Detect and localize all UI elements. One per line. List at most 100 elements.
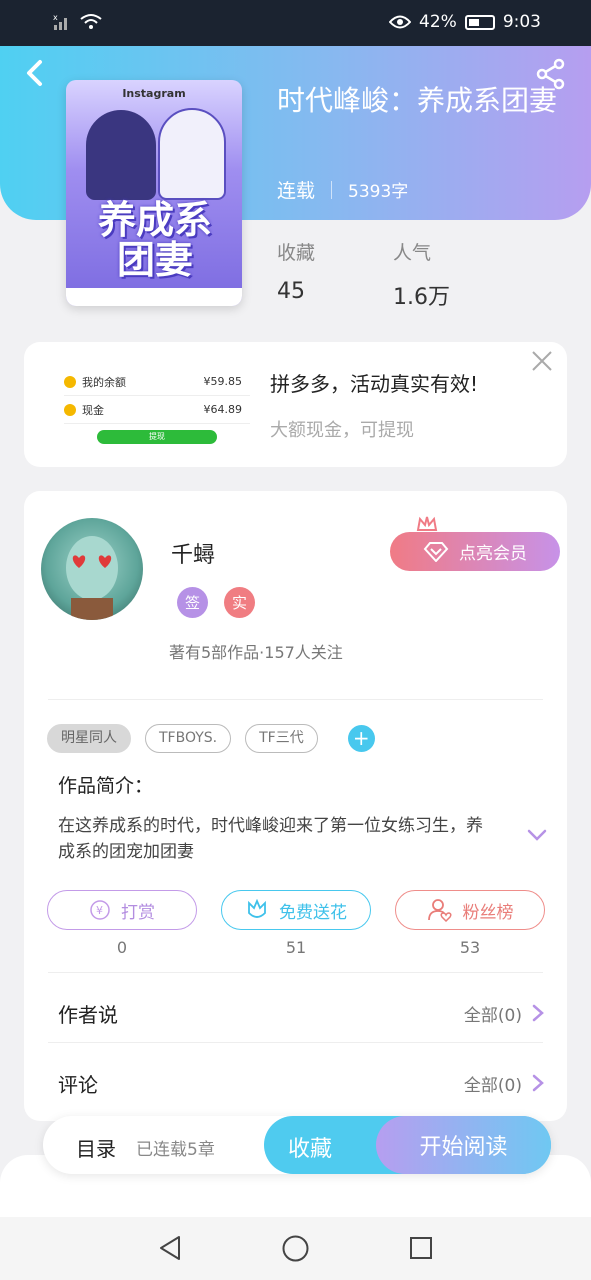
tag-item[interactable]: 明星同人	[47, 724, 131, 753]
ad-thumb-row: 现金 ¥64.89	[64, 396, 250, 424]
yen-icon: ¥	[90, 900, 110, 920]
close-icon[interactable]	[531, 350, 553, 372]
author-badges: 签 实	[177, 587, 255, 618]
comments-title: 评论	[58, 1072, 98, 1097]
ad-thumb-button: 提现	[97, 430, 217, 444]
fans-icon	[427, 899, 452, 922]
bottom-action-bar: 目录 已连载5章 收藏 开始阅读	[43, 1116, 551, 1174]
stat-value: 1.6万	[393, 285, 451, 310]
start-reading-button[interactable]: 开始阅读	[376, 1116, 551, 1174]
author-says-title: 作者说	[58, 1002, 118, 1027]
status-bar: x 42% 9:03	[0, 0, 591, 46]
badge-signed: 签	[177, 587, 208, 618]
book-status: 连载	[277, 180, 316, 202]
svg-text:x: x	[53, 13, 58, 22]
meta-divider	[331, 180, 333, 199]
system-nav-bar	[0, 1217, 591, 1280]
fans-action: 粉丝榜 53	[395, 890, 545, 957]
cover-title-text: 养成系团妻	[97, 197, 212, 282]
ad-thumb-value: ¥59.85	[203, 375, 243, 388]
ad-thumb-label: 我的余额	[82, 375, 126, 389]
toc-button[interactable]: 目录	[76, 1133, 116, 1162]
divider	[48, 699, 543, 700]
coin-icon	[64, 375, 76, 388]
flower-count: 51	[285, 938, 307, 957]
stat-value: 45	[277, 279, 305, 304]
reward-label: 打赏	[121, 902, 155, 923]
intro-text: 在这养成系的时代，时代峰峻迎来了第一位女练习生，养成系的团宠加团妻	[58, 816, 483, 862]
avatar[interactable]	[41, 518, 143, 620]
ad-card[interactable]: 我的余额 ¥59.85 现金 ¥64.89 提现 拼多多，活动真实有效! 大额现…	[24, 342, 567, 467]
vip-button-label: 点亮会员	[459, 544, 527, 564]
author-stats: 著有5部作品·157人关注	[169, 643, 343, 662]
comments-row[interactable]: 评论 全部(0)	[58, 1068, 544, 1098]
nav-back-icon[interactable]	[157, 1235, 183, 1261]
ad-thumb-value: ¥64.89	[203, 403, 243, 416]
cover-figure-right	[158, 108, 226, 200]
diamond-icon	[423, 541, 449, 562]
comments-all: 全部(0)	[464, 1071, 544, 1096]
author-says-all: 全部(0)	[464, 1001, 544, 1026]
favorite-label: 收藏	[288, 1137, 333, 1162]
stat-label: 人气	[393, 242, 432, 264]
book-meta: 连载 5393字	[277, 176, 408, 203]
battery-percent: 42%	[419, 12, 457, 32]
stat-popularity: 人气 1.6万	[393, 238, 450, 311]
svg-text:¥: ¥	[96, 904, 103, 917]
cover-top-text: Instagram	[122, 86, 186, 100]
tag-list: 明星同人 TFBOYS. TF三代 +	[47, 724, 375, 753]
tag-item[interactable]: TF三代	[245, 724, 318, 753]
chevron-right-icon	[532, 1074, 544, 1092]
send-flower-button[interactable]: 免费送花	[221, 890, 371, 930]
word-count: 5393字	[348, 182, 409, 202]
nav-home-icon[interactable]	[282, 1235, 309, 1262]
ad-thumb-label: 现金	[82, 403, 104, 417]
ad-thumbnail: 我的余额 ¥59.85 现金 ¥64.89 提现	[64, 368, 250, 458]
avatar-illustration	[66, 536, 118, 620]
stat-favorites: 收藏 45	[277, 238, 315, 311]
clock: 9:03	[502, 12, 541, 32]
reward-action: ¥ 打赏 0	[47, 890, 197, 957]
stat-label: 收藏	[277, 242, 316, 264]
book-stats: 收藏 45 人气 1.6万	[277, 238, 450, 311]
chapters-count: 已连载5章	[136, 1140, 215, 1160]
book-title: 时代峰峻：养成系团妻	[277, 84, 558, 117]
tag-item[interactable]: TFBOYS.	[145, 724, 232, 753]
divider	[48, 1042, 543, 1043]
fans-count: 53	[459, 938, 481, 957]
reward-count: 0	[116, 938, 128, 957]
comments-count: 全部(0)	[463, 1075, 522, 1096]
ad-thumb-row: 我的余额 ¥59.85	[64, 368, 250, 396]
crown-icon	[416, 516, 438, 531]
book-cover[interactable]: Instagram 养成系团妻	[66, 80, 242, 306]
chevron-down-icon[interactable]	[527, 827, 547, 843]
badge-verified: 实	[224, 587, 255, 618]
flower-label: 免费送花	[279, 902, 347, 923]
vip-button[interactable]: 点亮会员	[390, 532, 560, 571]
ad-subtitle: 大额现金，可提现	[270, 420, 414, 441]
action-buttons: ¥ 打赏 0 免费送花 51 粉丝榜 53	[47, 890, 545, 957]
reward-button[interactable]: ¥ 打赏	[47, 890, 197, 930]
ad-title: 拼多多，活动真实有效!	[270, 372, 479, 396]
nav-recent-icon[interactable]	[409, 1236, 433, 1260]
flower-action: 免费送花 51	[221, 890, 371, 957]
fans-label: 粉丝榜	[462, 902, 514, 923]
battery-icon	[464, 14, 495, 30]
eye-icon	[389, 15, 412, 29]
divider	[48, 972, 543, 973]
author-name[interactable]: 千蟳	[171, 537, 215, 569]
wifi-icon	[80, 14, 102, 29]
cover-bottom-strip	[66, 288, 242, 306]
fans-ranking-button[interactable]: 粉丝榜	[395, 890, 545, 930]
author-says-count: 全部(0)	[463, 1005, 522, 1026]
chevron-left-icon[interactable]	[22, 58, 50, 88]
signal-icon: x	[53, 13, 67, 30]
main-card: 千蟳 签 实 著有5部作品·157人关注 点亮会员 明星同人 TFBOYS. T…	[24, 491, 567, 1121]
intro-title: 作品简介：	[58, 775, 154, 797]
cover-figure-left	[86, 110, 156, 200]
flower-icon	[248, 899, 266, 918]
chevron-right-icon	[532, 1004, 544, 1022]
add-tag-button[interactable]: +	[347, 725, 375, 752]
author-says-row[interactable]: 作者说 全部(0)	[58, 998, 544, 1028]
coin-icon	[64, 403, 76, 416]
